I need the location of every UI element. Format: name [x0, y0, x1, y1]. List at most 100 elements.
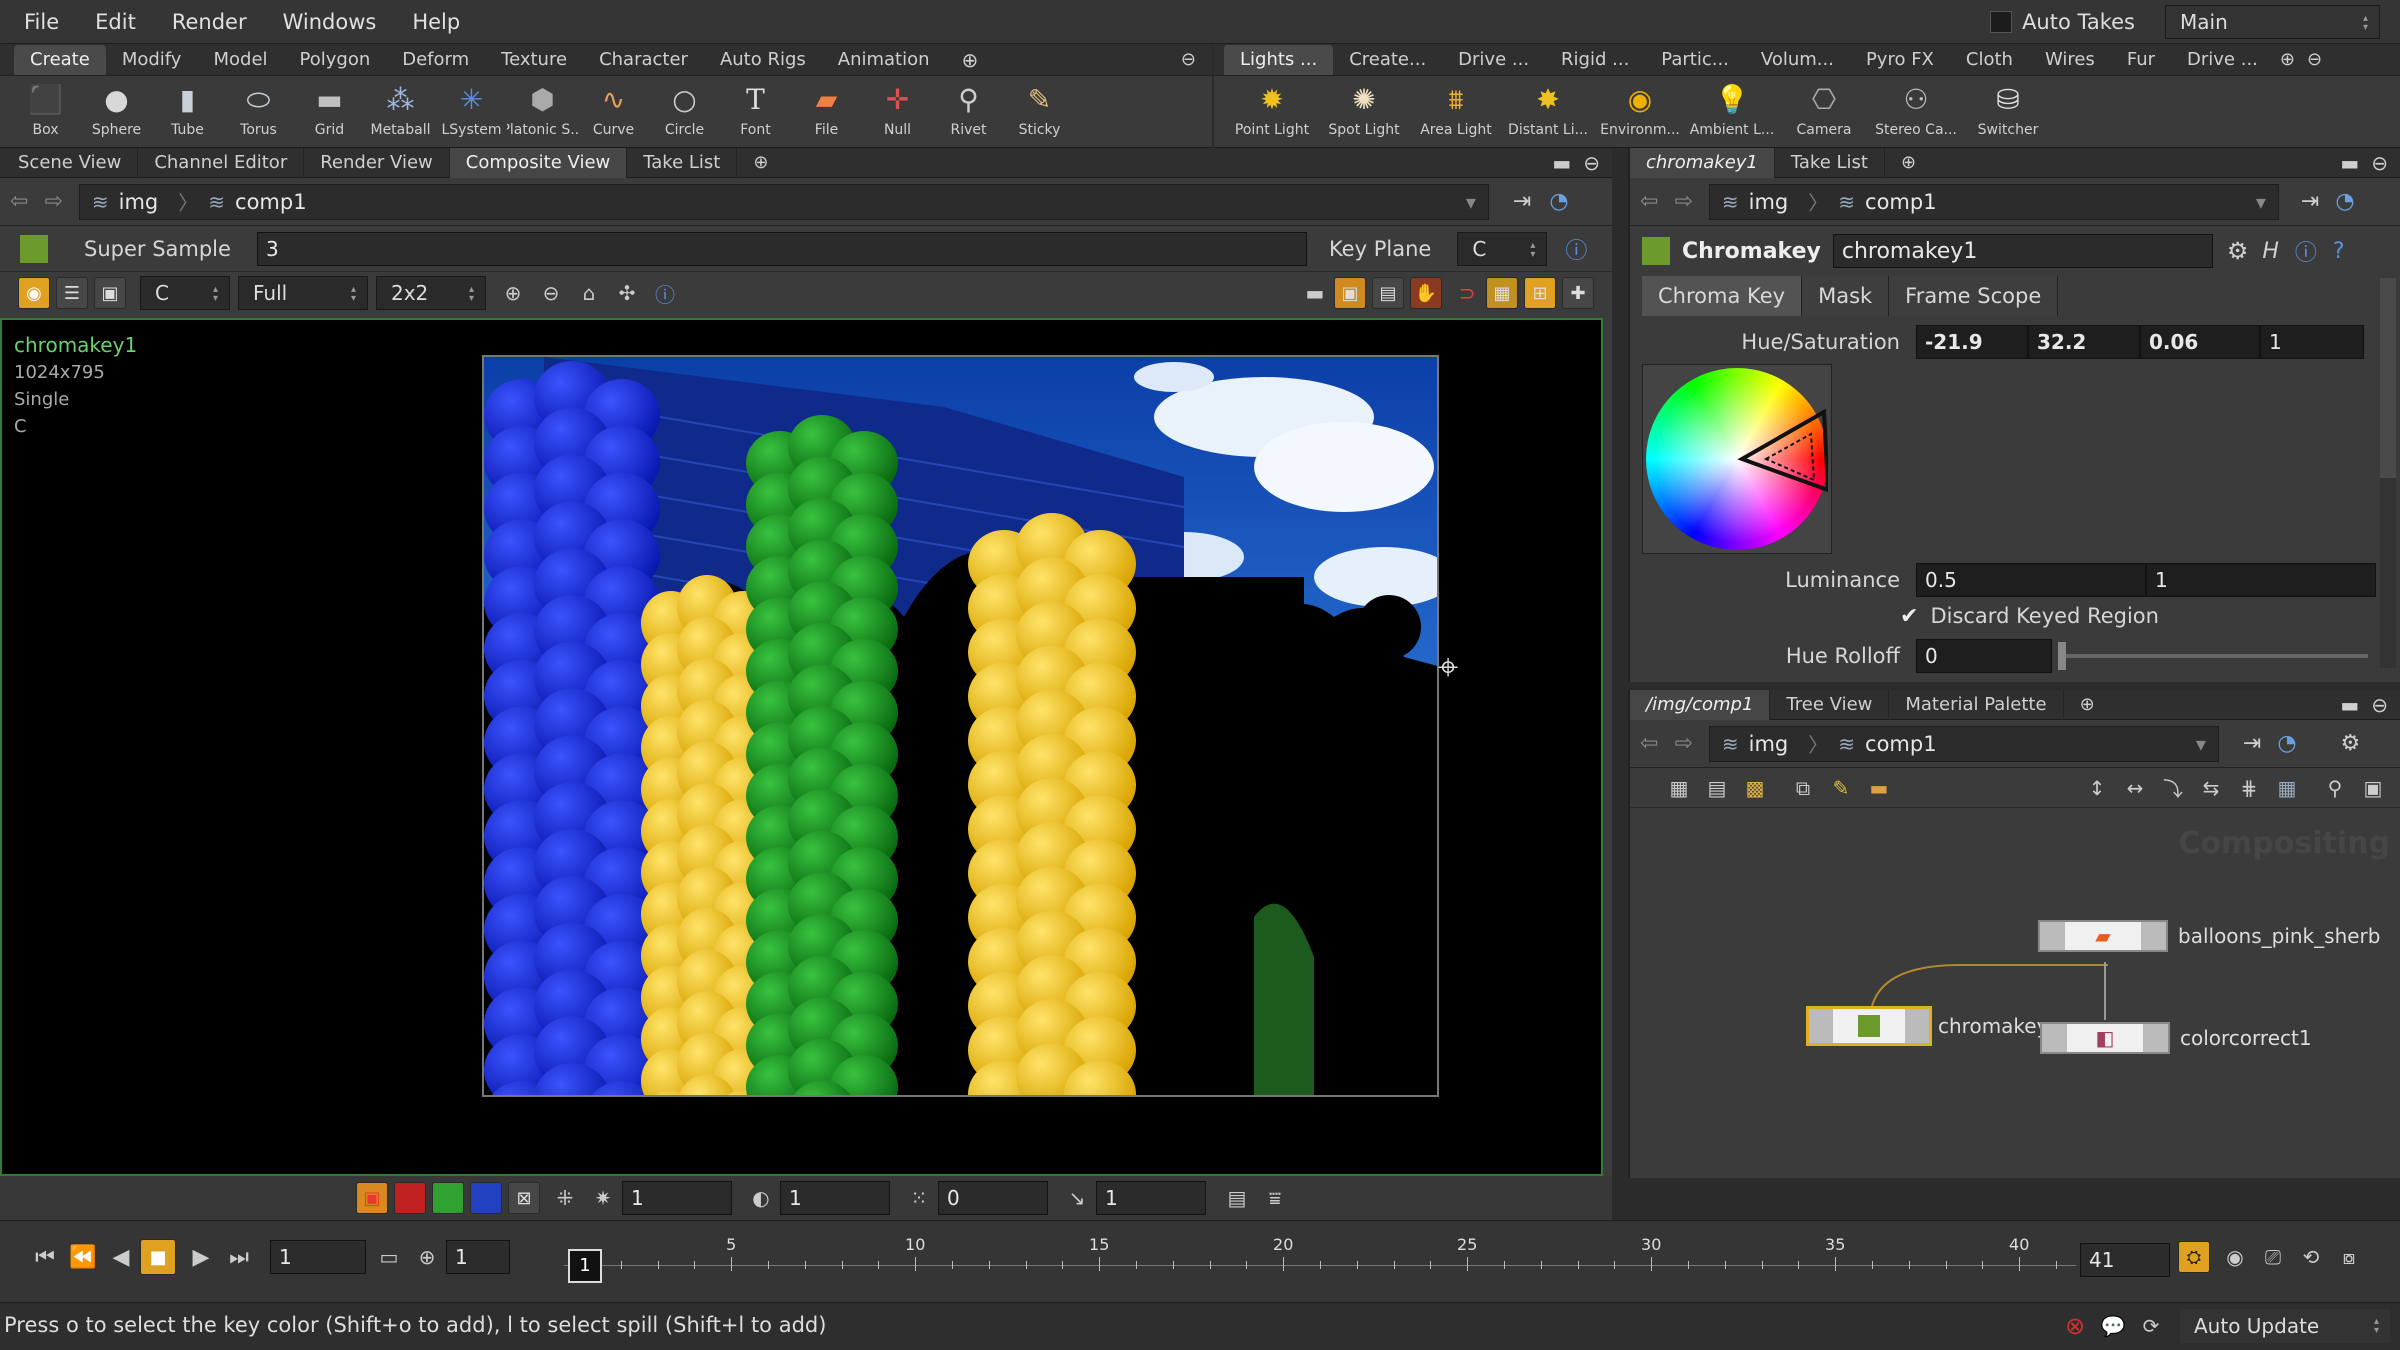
link-icon[interactable]: ◔ — [1549, 189, 1568, 214]
color-wheel[interactable] — [1642, 364, 1832, 554]
mask-icon[interactable]: ▬ — [1300, 278, 1330, 308]
tool-spot-light[interactable]: ✺ Spot Light — [1318, 78, 1410, 138]
home-icon[interactable]: ⌂ — [574, 278, 604, 308]
timeline-track[interactable]: 5 10 15 20 25 30 35 40 1 — [564, 1231, 2076, 1291]
node-chromakey1[interactable]: chromakey1 — [1806, 1006, 2048, 1046]
end-frame-field[interactable]: 41 — [2080, 1243, 2170, 1277]
histogram-icon[interactable]: ▤ — [1222, 1183, 1252, 1213]
tab-take-list-2[interactable]: Take List — [1775, 147, 1885, 178]
display-options-icon[interactable]: ◉ — [18, 277, 50, 309]
pin-icon[interactable]: ⇥ — [1513, 189, 1531, 214]
hue-range-field[interactable]: 32.2 — [2028, 325, 2140, 359]
shelf-tab-volume[interactable]: Volum... — [1745, 45, 1850, 75]
close-pane-icon[interactable]: ⊖ — [1583, 151, 1600, 175]
red-channel-icon[interactable] — [394, 1182, 426, 1214]
tool-ambient-light[interactable]: 💡 Ambient L... — [1686, 78, 1778, 138]
luminance-min-field[interactable]: 0.5 — [1916, 563, 2146, 597]
shelf-tab-rigid[interactable]: Rigid ... — [1545, 45, 1645, 75]
slider-handle[interactable] — [2058, 642, 2066, 670]
shelf-tab-create[interactable]: Create — [14, 45, 106, 75]
link-icon[interactable]: ◔ — [2335, 189, 2354, 214]
shelf-tab-lights[interactable]: Lights ... — [1224, 45, 1334, 75]
tab-frame-scope[interactable]: Frame Scope — [1889, 276, 2059, 316]
brightness-icon[interactable]: ✷ — [588, 1183, 618, 1213]
shelf-tab-modify[interactable]: Modify — [106, 45, 198, 75]
tab-mask[interactable]: Mask — [1802, 276, 1890, 316]
hue-rolloff-field[interactable]: 0 — [1916, 639, 2052, 673]
tool-metaball[interactable]: ⁂ Metaball — [365, 78, 436, 138]
gamma-icon[interactable]: ◐ — [746, 1183, 776, 1213]
menu-help[interactable]: Help — [394, 10, 478, 34]
maximize-pane-icon[interactable]: ▬ — [2340, 151, 2359, 175]
alpha-channel-icon[interactable]: ⊠ — [508, 1182, 540, 1214]
performance-icon[interactable]: ⟳ — [2136, 1311, 2166, 1341]
tab-composite-view[interactable]: Composite View — [449, 147, 628, 178]
gamma-field[interactable]: 1 — [780, 1181, 890, 1215]
image-icon[interactable]: ▣ — [94, 277, 126, 309]
jump-to-start-icon[interactable]: ⏮ — [30, 1242, 60, 1272]
add-shelf-icon[interactable]: ⊕ — [2274, 45, 2301, 75]
play-icon[interactable]: ▶ — [186, 1242, 216, 1272]
step-back-icon[interactable]: ⏪ — [68, 1242, 98, 1272]
tool-point-light[interactable]: ✹ Point Light — [1226, 78, 1318, 138]
layers-icon[interactable]: ☰ — [56, 277, 88, 309]
loop-icon[interactable]: ⟲ — [2296, 1242, 2326, 1272]
tool-lsystem[interactable]: ✳ LSystem — [436, 78, 507, 138]
hue-rolloff-slider[interactable] — [2058, 642, 2368, 670]
offset-field[interactable]: 0 — [938, 1181, 1048, 1215]
saturation-min-field[interactable]: 0.06 — [2140, 325, 2260, 359]
tab-channel-editor[interactable]: Channel Editor — [138, 147, 305, 178]
super-sample-field[interactable]: 3 — [256, 231, 1307, 266]
help-icon[interactable]: ⓘ — [1565, 233, 1587, 265]
tool-tube[interactable]: ▮ Tube — [152, 78, 223, 138]
node-colorcorrect1[interactable]: ◧ colorcorrect1 — [2040, 1022, 2312, 1054]
scale-field[interactable]: 1 — [1096, 1181, 1206, 1215]
tool-camera[interactable]: ⎔ Camera — [1778, 78, 1870, 138]
checker-icon[interactable]: ▦ — [1486, 277, 1518, 309]
shelf-tab-animation[interactable]: Animation — [822, 45, 946, 75]
param-scrollbar[interactable] — [2380, 278, 2396, 668]
checkmark-icon[interactable]: ✔ — [1900, 604, 1918, 629]
tool-sphere[interactable]: ● Sphere — [81, 78, 152, 138]
add-tab-icon[interactable]: ⊕ — [737, 148, 784, 178]
key-plane-select[interactable]: C — [1457, 231, 1548, 266]
tool-area-light[interactable]: ⩩ Area Light — [1410, 78, 1502, 138]
brightness-field[interactable]: 1 — [622, 1181, 732, 1215]
blue-channel-icon[interactable] — [470, 1182, 502, 1214]
shelf-tab-wires[interactable]: Wires — [2029, 45, 2111, 75]
split-icon[interactable]: ⊞ — [1524, 277, 1556, 309]
rgb-channel-icon[interactable]: ▣ — [356, 1182, 388, 1214]
path-dropdown-icon[interactable]: ▾ — [2256, 190, 2266, 214]
tool-grid[interactable]: ▬ Grid — [294, 78, 365, 138]
shelf-tab-drive-2[interactable]: Drive ... — [2171, 45, 2274, 75]
shelf-tab-model[interactable]: Model — [197, 45, 283, 75]
path-crumb-img[interactable]: ≋ img — [92, 190, 158, 214]
tab-render-view[interactable]: Render View — [304, 147, 450, 178]
tool-environment-light[interactable]: ◉ Environm... — [1594, 78, 1686, 138]
shelf-tab-polygon[interactable]: Polygon — [284, 45, 387, 75]
path-crumb-comp1[interactable]: ≋ comp1 — [1838, 190, 1936, 214]
tool-circle[interactable]: ○ Circle — [649, 78, 720, 138]
tool-sticky[interactable]: ✎ Sticky — [1004, 78, 1075, 138]
path-crumb-img[interactable]: ≋ img — [1722, 190, 1788, 214]
tool-stereo-camera[interactable]: ⚇ Stereo Ca... — [1870, 78, 1962, 138]
forward-arrow-icon[interactable]: ⇨ — [44, 189, 62, 214]
overlay-icon[interactable]: ▣ — [1334, 277, 1366, 309]
help-icon[interactable]: ? — [2333, 239, 2345, 264]
scope-icon[interactable]: ⧇ — [2334, 1242, 2364, 1272]
info-icon[interactable]: ⓘ — [2295, 235, 2317, 267]
tab-take-list[interactable]: Take List — [627, 147, 738, 178]
stop-button[interactable]: ■ — [140, 1239, 176, 1275]
maximize-pane-icon[interactable]: ▬ — [1552, 151, 1571, 175]
range-lock-icon[interactable]: ▭ — [374, 1242, 404, 1272]
color-pick-icon[interactable]: ✋ — [1410, 277, 1442, 309]
saturation-max-field[interactable]: 1 — [2260, 325, 2364, 359]
zoom-out-icon[interactable]: ⊖ — [536, 278, 566, 308]
shelf-tab-character[interactable]: Character — [583, 45, 704, 75]
menu-windows[interactable]: Windows — [265, 10, 395, 34]
node-balloons[interactable]: ▰ balloons_pink_sherb — [2038, 920, 2380, 952]
menu-render[interactable]: Render — [154, 10, 265, 34]
play-reverse-icon[interactable]: ◀ — [106, 1242, 136, 1272]
luminance-max-field[interactable]: 1 — [2146, 563, 2376, 597]
tool-curve[interactable]: ∿ Curve — [578, 78, 649, 138]
